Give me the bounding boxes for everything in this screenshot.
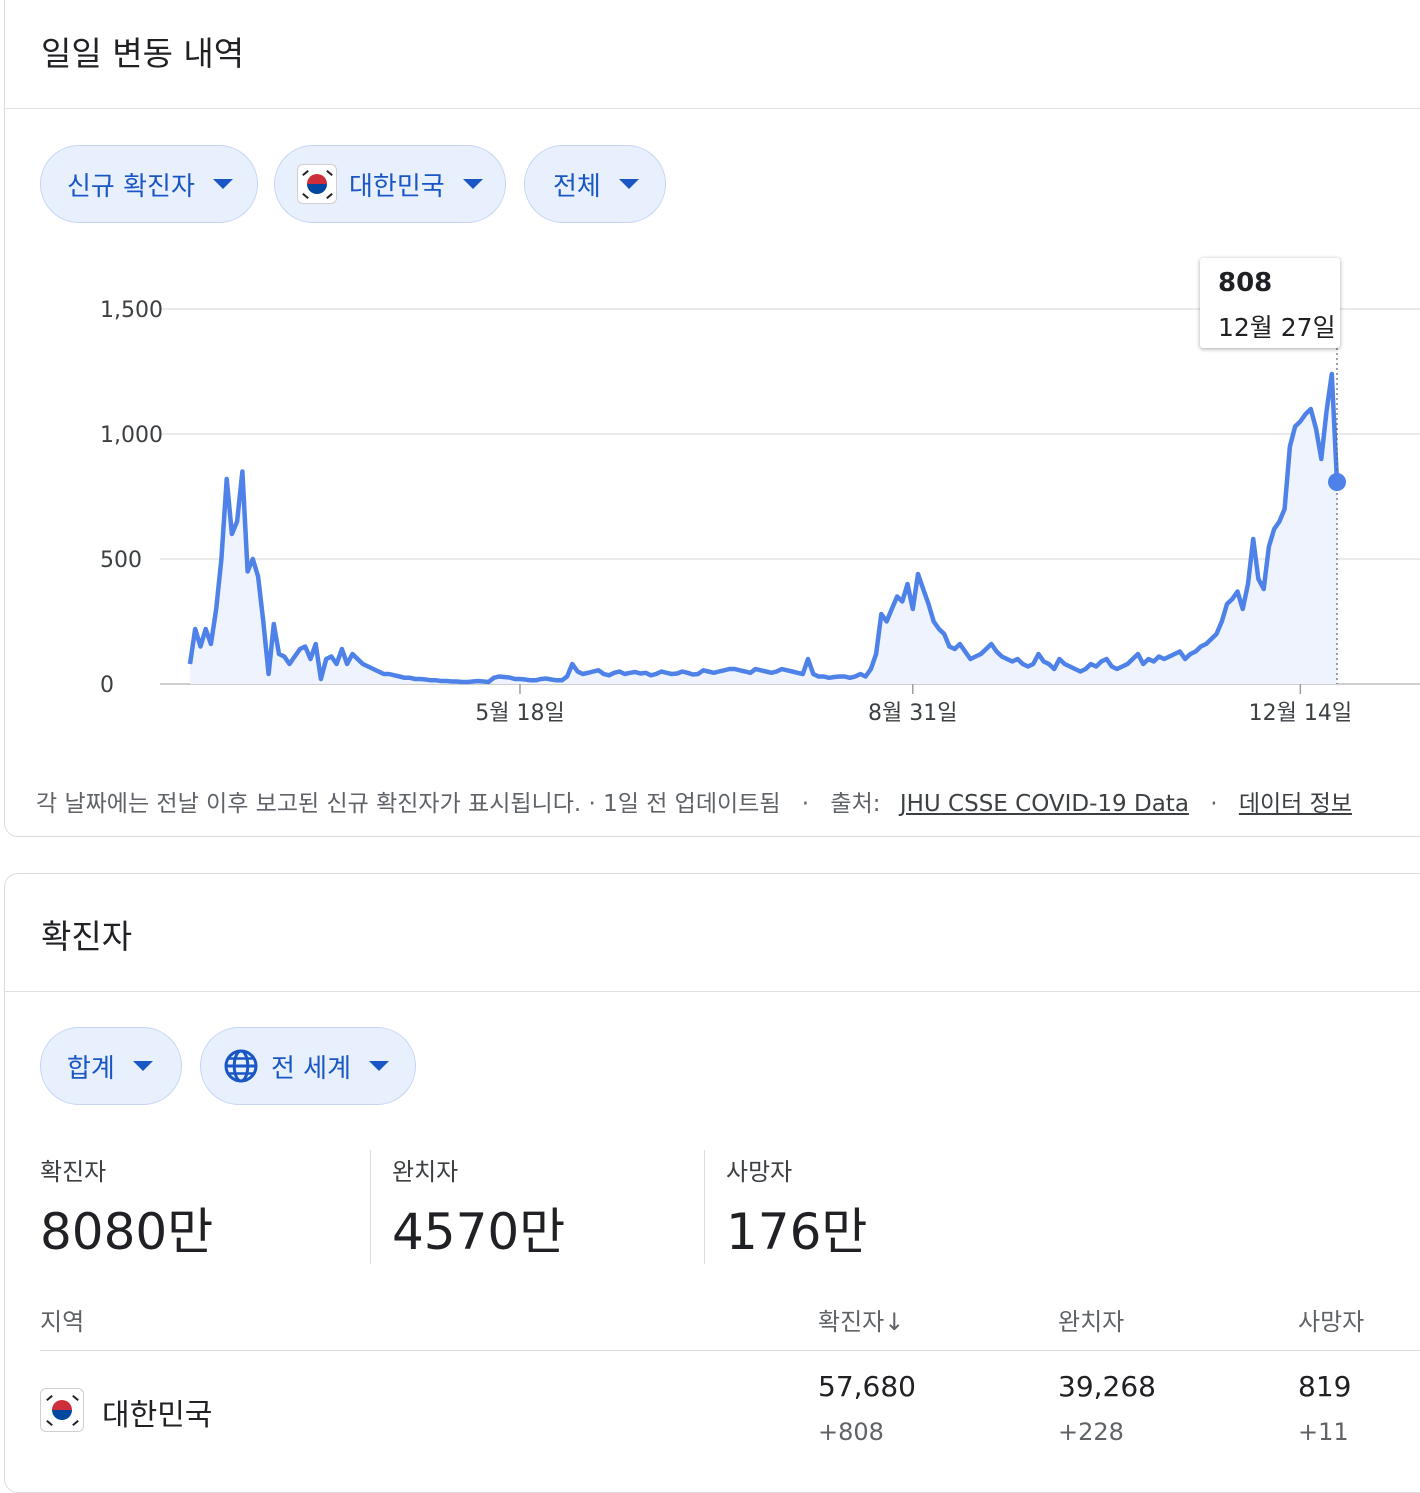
region-dropdown[interactable]: 전 세계	[200, 1027, 416, 1105]
stat-divider	[370, 1150, 371, 1264]
source-label: 출처:	[830, 791, 881, 817]
column-header-cases[interactable]: 확진자↓	[818, 1302, 904, 1337]
chevron-down-icon	[369, 1061, 390, 1071]
x-tick-label: 12월 14일	[1249, 701, 1352, 726]
footer-note: 각 날짜에는 전날 이후 보고된 신규 확진자가 표시됩니다. · 1일 전 업…	[36, 791, 781, 817]
row-cases: 57,680	[818, 1370, 916, 1403]
y-tick-label: 1,500	[100, 298, 163, 323]
stat-recovered-value: 4570만	[392, 1203, 566, 1261]
totals-card-title: 확진자	[41, 917, 133, 956]
korea-flag-icon	[40, 1388, 84, 1432]
table-divider	[40, 1350, 1420, 1351]
x-tick-label: 8월 31일	[868, 701, 957, 726]
y-tick-label: 0	[100, 673, 114, 698]
globe-icon	[224, 1049, 258, 1083]
row-deaths-delta: +11	[1298, 1418, 1349, 1446]
measure-dropdown-label: 합계	[67, 1053, 115, 1084]
chevron-down-icon	[132, 1061, 153, 1071]
row-cases-delta: +808	[818, 1418, 884, 1446]
stat-divider	[704, 1150, 705, 1264]
totals-card: 확진자	[4, 873, 1420, 1493]
row-recovered: 39,268	[1058, 1370, 1156, 1403]
footer-separator: ·	[801, 791, 810, 817]
stat-deaths-value: 176만	[726, 1203, 868, 1261]
region-dropdown-label: 전 세계	[271, 1053, 352, 1084]
chart-tooltip: 808 12월 27일	[1200, 258, 1340, 348]
stat-deaths-label: 사망자	[726, 1158, 793, 1186]
stat-cases-label: 확진자	[40, 1158, 107, 1186]
series-area	[190, 374, 1337, 684]
stat-recovered-label: 완치자	[392, 1158, 459, 1186]
chart-footer: 각 날짜에는 전날 이후 보고된 신규 확진자가 표시됩니다. · 1일 전 업…	[36, 784, 1352, 818]
card-divider	[5, 991, 1420, 992]
x-tick-label: 5월 18일	[475, 701, 564, 726]
column-header-region: 지역	[40, 1308, 85, 1336]
tooltip-date: 12월 27일	[1218, 313, 1336, 342]
daily-cases-chart[interactable]: 0 500 1,000 1,500 5월 18일 8월 31일 12월 14일	[0, 0, 1420, 760]
footer-separator: ·	[1210, 791, 1218, 817]
row-deaths: 819	[1298, 1370, 1352, 1403]
tooltip-value: 808	[1218, 268, 1273, 298]
data-info-link[interactable]: 데이터 정보	[1239, 791, 1352, 817]
column-header-recovered[interactable]: 완치자	[1058, 1302, 1124, 1337]
stat-cases-value: 8080만	[40, 1203, 214, 1261]
y-tick-label: 500	[100, 548, 142, 573]
y-tick-label: 1,000	[100, 423, 163, 448]
column-header-deaths[interactable]: 사망자	[1298, 1302, 1364, 1337]
row-region-name: 대한민국	[102, 1398, 213, 1433]
source-link[interactable]: JHU CSSE COVID-19 Data	[900, 791, 1189, 817]
series-line	[187, 371, 1340, 685]
row-recovered-delta: +228	[1058, 1418, 1124, 1446]
last-data-point	[1328, 473, 1346, 491]
measure-dropdown[interactable]: 합계	[40, 1027, 182, 1105]
